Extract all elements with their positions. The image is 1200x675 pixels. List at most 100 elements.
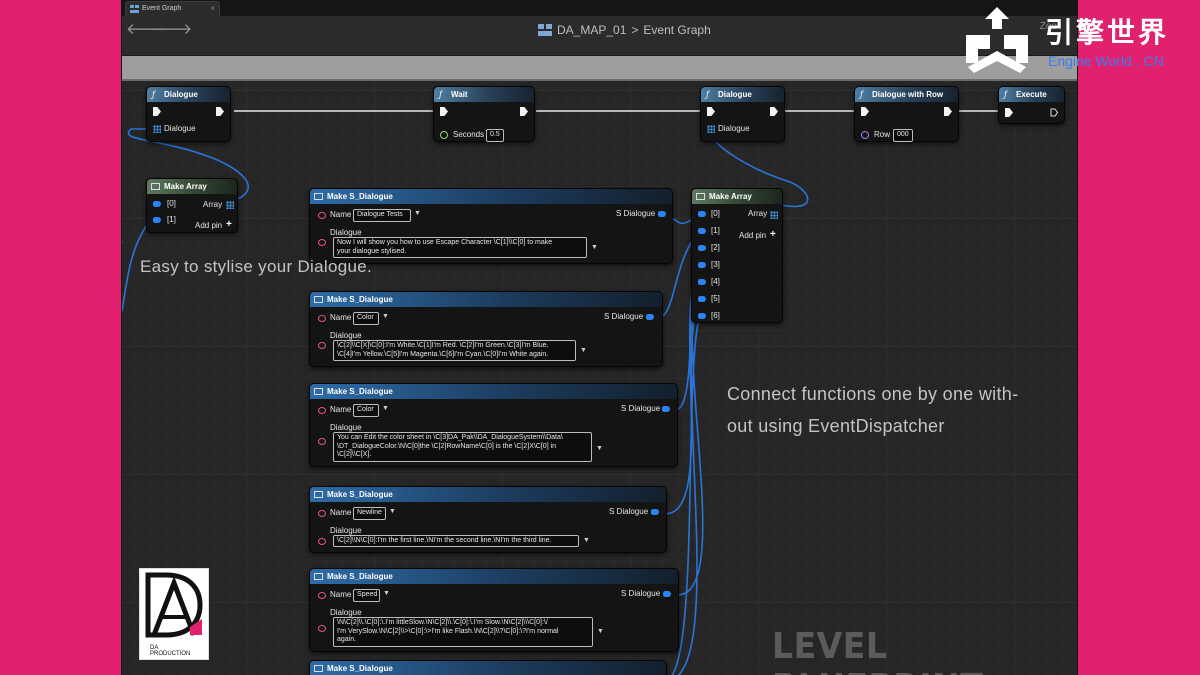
make-array-node[interactable]: Make Array Array Add pin + [0] [1] [2] [… (691, 188, 783, 323)
string-pin[interactable] (318, 315, 326, 322)
make-s-dialogue-node[interactable]: Make S_Dialogue Name Newline ▼ S Dialogu… (309, 486, 667, 553)
make-s-dialogue-node[interactable]: Make S_Dialogue Name Speed ▼ S Dialogue … (309, 568, 679, 652)
exec-out-pin[interactable] (944, 107, 952, 116)
struct-out-pin[interactable] (658, 211, 666, 217)
dropdown-icon[interactable]: ▼ (414, 210, 421, 217)
array-element-pin[interactable] (698, 262, 706, 268)
array-element-pin[interactable] (698, 279, 706, 285)
dialogue-input[interactable]: \N\C[2]\\.\C[0]:\.I'm littleSlow.\N\C[2]… (333, 617, 593, 647)
exec-in-pin[interactable] (1005, 108, 1013, 117)
execute-function-node[interactable]: ƒ Execute (998, 86, 1065, 124)
node-title: Make S_Dialogue (327, 664, 393, 673)
pin-label: Name (330, 508, 352, 517)
array-element-pin[interactable] (698, 296, 706, 302)
dropdown-icon[interactable]: ▼ (591, 244, 598, 251)
node-title: Dialogue with Row (872, 90, 944, 99)
name-input[interactable]: Speed (353, 589, 380, 602)
dialogue-input[interactable]: Now I will show you how to use Escape Ch… (333, 237, 587, 258)
exec-out-pin[interactable] (770, 107, 778, 116)
pin-label: Name (330, 405, 352, 414)
string-pin[interactable] (318, 407, 326, 414)
struct-out-pin[interactable] (651, 509, 659, 515)
dropdown-icon[interactable]: ▼ (383, 590, 390, 597)
dialogue-line: again. (337, 636, 357, 643)
exec-out-pin[interactable] (520, 107, 528, 116)
int-pin[interactable] (861, 131, 869, 139)
dialogue-with-row-node[interactable]: ƒ Dialogue with Row Row 000 (854, 86, 959, 142)
row-input[interactable]: 000 (893, 129, 913, 142)
array-element-pin[interactable] (153, 217, 161, 223)
text-pin[interactable] (318, 438, 326, 445)
struct-out-pin[interactable] (646, 314, 654, 320)
string-pin[interactable] (318, 510, 326, 517)
struct-out-pin[interactable] (662, 406, 670, 412)
dialogue-input[interactable]: \C[2]\\C[X]\C[0]:I'm White.\C[1]I'm Red.… (333, 340, 576, 361)
make-s-dialogue-node[interactable]: Make S_Dialogue (309, 660, 667, 675)
dialogue-function-node[interactable]: ƒ Dialogue Dialogue (700, 86, 785, 142)
make-s-dialogue-node[interactable]: Make S_Dialogue Name Color ▼ S Dialogue … (309, 291, 663, 367)
dialogue-line: \C[4]I'm Yellow.\C[5]I'm Magenta.\C[6]I'… (337, 350, 549, 358)
function-icon: ƒ (439, 90, 442, 99)
graph-canvas[interactable]: ƒ Dialogue Dialogue ƒ Wait Seconds 0.5 ƒ Di… (122, 81, 1077, 675)
array-pin-icon[interactable] (153, 125, 161, 133)
string-pin[interactable] (318, 592, 326, 599)
forward-arrow-icon[interactable]: 🡒 (152, 20, 192, 40)
exec-out-pin[interactable] (216, 107, 224, 116)
dropdown-icon[interactable]: ▼ (389, 508, 396, 515)
breadcrumb-graph[interactable]: Event Graph (643, 22, 710, 38)
exec-in-pin[interactable] (861, 107, 869, 116)
dropdown-icon[interactable]: ▼ (382, 405, 389, 412)
exec-in-pin[interactable] (440, 107, 448, 116)
struct-icon (314, 491, 323, 498)
name-input[interactable]: Color (353, 312, 379, 325)
array-element-pin[interactable] (698, 211, 706, 217)
dropdown-icon[interactable]: ▼ (583, 537, 590, 544)
string-pin[interactable] (318, 212, 326, 219)
back-arrow-icon[interactable]: 🡐 (126, 20, 166, 40)
dropdown-icon[interactable]: ▼ (580, 347, 587, 354)
array-element-pin[interactable] (698, 313, 706, 319)
array-element-pin[interactable] (153, 201, 161, 207)
exec-in-pin[interactable] (707, 107, 715, 116)
close-icon[interactable]: × (210, 2, 215, 15)
name-input[interactable]: Dialogue Tests (353, 209, 411, 222)
dropdown-icon[interactable]: ▼ (596, 445, 603, 452)
text-pin[interactable] (318, 538, 326, 545)
breadcrumb-separator: > (631, 23, 639, 37)
function-icon: ƒ (1004, 90, 1007, 99)
name-input[interactable]: Color (353, 404, 379, 417)
array-out-pin[interactable] (226, 201, 234, 209)
make-s-dialogue-node[interactable]: Make S_Dialogue Name Color ▼ S Dialogue … (309, 383, 678, 467)
output-label: S Dialogue (616, 209, 656, 218)
text-pin[interactable] (318, 239, 326, 246)
make-s-dialogue-node[interactable]: Make S_Dialogue Name Dialogue Tests ▼ S … (309, 188, 673, 264)
array-pin-icon[interactable] (707, 125, 715, 133)
array-element-pin[interactable] (698, 228, 706, 234)
dropdown-icon[interactable]: ▼ (382, 313, 389, 320)
struct-out-pin[interactable] (663, 591, 671, 597)
plus-icon[interactable]: + (226, 220, 232, 230)
make-array-node[interactable]: Make Array [0] [1] Array Add pin + (146, 178, 238, 233)
plus-icon[interactable]: + (770, 230, 776, 240)
dropdown-icon[interactable]: ▼ (597, 628, 604, 635)
wait-function-node[interactable]: ƒ Wait Seconds 0.5 (433, 86, 535, 142)
tab-event-graph[interactable]: Event Graph × (125, 1, 220, 16)
array-out-pin[interactable] (770, 211, 778, 219)
text-pin[interactable] (318, 342, 326, 349)
add-pin-label[interactable]: Add pin (739, 231, 766, 240)
seconds-input[interactable]: 0.5 (486, 129, 504, 142)
float-pin[interactable] (440, 131, 448, 139)
breadcrumb-asset[interactable]: DA_MAP_01 (557, 22, 626, 38)
exec-out-pin[interactable] (1050, 108, 1058, 117)
dialogue-input[interactable]: You can Edit the color sheet in \C[3]DA_… (333, 432, 592, 462)
name-input[interactable]: Newline (353, 507, 386, 520)
exec-in-pin[interactable] (153, 107, 161, 116)
dialogue-input[interactable]: \C[2]\\N\C[0]:I'm the first line.\NI'm t… (333, 535, 579, 547)
array-element-pin[interactable] (698, 245, 706, 251)
dialogue-function-node[interactable]: ƒ Dialogue Dialogue (146, 86, 231, 142)
node-title: Execute (1016, 90, 1047, 99)
brand-name-en: Engine World . CN (1048, 53, 1164, 69)
text-pin[interactable] (318, 625, 326, 632)
add-pin-label[interactable]: Add pin (195, 221, 222, 230)
engine-world-brand: 引擎世界 Engine World . CN (960, 5, 1200, 75)
